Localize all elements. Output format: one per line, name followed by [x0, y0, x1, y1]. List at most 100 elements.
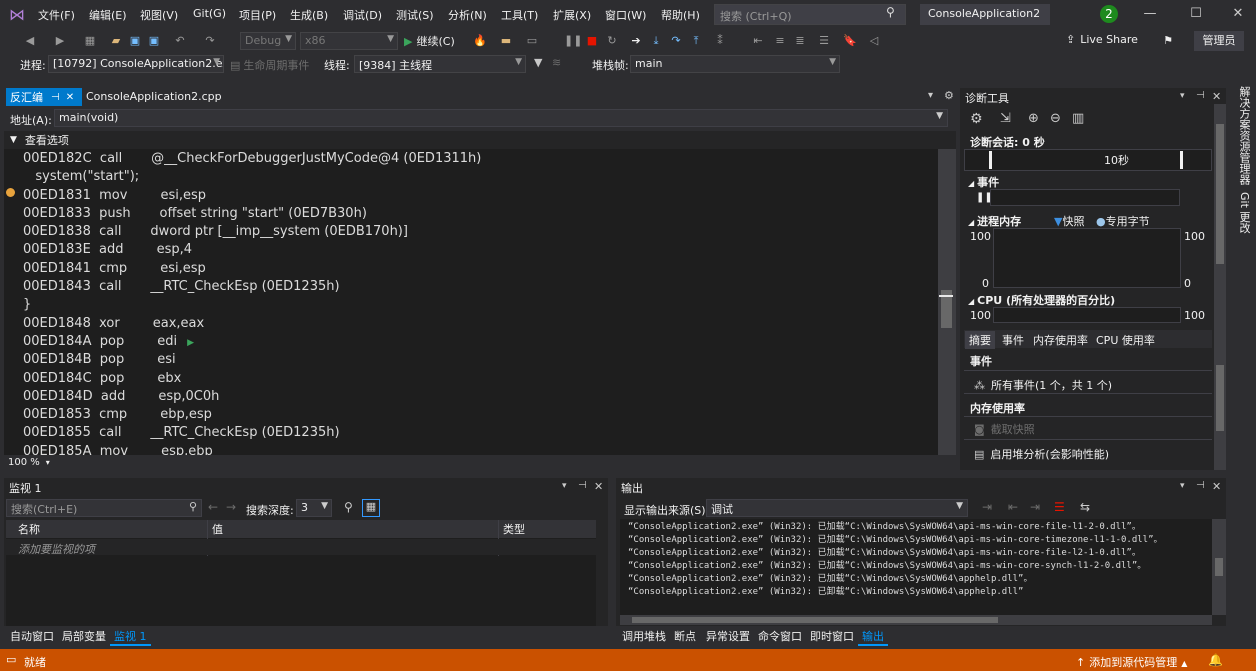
add-to-source-control[interactable]: ↑ 添加到源代码管理 ▲ [1076, 654, 1187, 670]
breakpoint-icon[interactable] [6, 188, 15, 197]
tab-events[interactable]: 事件 [998, 331, 1028, 349]
tab-locals[interactable]: 局部变量 [58, 628, 110, 644]
close-icon[interactable]: ✕ [594, 480, 603, 493]
scrollbar-thumb[interactable] [1216, 124, 1224, 264]
tab-call-stack[interactable]: 调用堆栈 [618, 628, 670, 644]
live-share-button[interactable]: ⇪ Live Share [1066, 33, 1138, 46]
hex-view-icon[interactable]: ▦ [362, 499, 380, 517]
close-icon[interactable]: ✕ [66, 92, 74, 103]
tab-summary[interactable]: 摘要 [965, 331, 995, 349]
menu-window[interactable]: 窗口(W) [605, 7, 646, 23]
panel-menu-icon[interactable]: ▾ [1180, 481, 1185, 491]
redo-icon[interactable]: ↷ [202, 33, 218, 49]
menu-tools[interactable]: 工具(T) [501, 7, 538, 23]
hex-display-icon[interactable]: ⁑ [712, 33, 728, 49]
clear-all-icon[interactable]: ☰ [1054, 500, 1065, 514]
pin-icon[interactable]: ⊣ [578, 480, 587, 491]
zoom-out-icon[interactable]: ⊖ [1050, 111, 1061, 126]
timeline-end-handle[interactable] [1180, 151, 1183, 169]
forward-navigate-icon[interactable]: ▶ [52, 33, 68, 49]
tab-immediate-window[interactable]: 即时窗口 [806, 628, 858, 644]
menu-edit[interactable]: 编辑(E) [89, 7, 127, 23]
show-next-statement-icon[interactable]: ➔ [628, 33, 644, 49]
events-section-header[interactable]: ◢ 事件 [968, 174, 999, 190]
platform-dropdown[interactable]: x86 ▼ [300, 32, 398, 50]
process-dropdown[interactable]: [10792] ConsoleApplication2.ex ▼ [48, 55, 224, 73]
filter-icon[interactable]: ▼ [534, 56, 542, 69]
menu-git[interactable]: Git(G) [193, 7, 226, 20]
zoom-in-icon[interactable]: ⊕ [1028, 111, 1039, 126]
view-options-toggle[interactable]: ▼ 查看选项 [4, 131, 956, 149]
scrollbar-thumb[interactable] [632, 617, 998, 623]
pin-icon[interactable]: ⊣ [1196, 480, 1205, 491]
close-icon[interactable]: ✕ [1212, 480, 1221, 493]
format-icon[interactable]: ☰ [816, 33, 832, 49]
tab-output[interactable]: 输出 [858, 628, 888, 646]
close-icon[interactable]: ✕ [1212, 90, 1221, 103]
open-folder-icon[interactable]: ▬ [498, 33, 514, 49]
disassembly-code-view[interactable]: 00ED182C call @__CheckForDebuggerJustMyC… [4, 149, 938, 455]
tab-overflow-icon[interactable]: ▾ [928, 90, 933, 101]
events-track[interactable] [990, 189, 1180, 206]
gear-icon[interactable]: ⚙ [944, 89, 954, 102]
tab-memory-usage[interactable]: 内存使用率 [1029, 331, 1092, 349]
column-name[interactable]: 名称 [18, 521, 40, 537]
reset-view-icon[interactable]: ▥ [1072, 111, 1084, 126]
tab-watch-1[interactable]: 监视 1 [110, 628, 151, 646]
menu-view[interactable]: 视图(V) [140, 7, 178, 23]
minimize-button[interactable]: — [1140, 6, 1160, 21]
stackframe-dropdown[interactable]: main ▼ [630, 55, 840, 73]
pin-icon[interactable]: ⊣ [51, 92, 60, 103]
menu-test[interactable]: 测试(S) [396, 7, 434, 23]
output-source-dropdown[interactable]: 调试 ▼ [706, 499, 968, 517]
tab-command-window[interactable]: 命令窗口 [754, 628, 806, 644]
settings-gear-icon[interactable]: ⚙ [970, 111, 983, 127]
search-back-icon[interactable]: ← [208, 500, 218, 514]
cpu-chart[interactable] [993, 307, 1181, 323]
pin-column-icon[interactable]: ⚲ [344, 500, 353, 514]
timeline-ruler[interactable] [964, 149, 1212, 171]
search-depth-dropdown[interactable]: 3 ▼ [296, 499, 332, 517]
open-file-icon[interactable]: ▰ [108, 33, 124, 49]
memory-chart[interactable] [993, 228, 1181, 288]
config-dropdown[interactable]: Debug ▼ [240, 32, 296, 50]
search-input[interactable]: 搜索 (Ctrl+Q) [714, 4, 906, 25]
output-text-area[interactable]: “ConsoleApplication2.exe” (Win32): 已加载“C… [620, 519, 1212, 615]
back-navigate-icon[interactable]: ◀ [22, 33, 38, 49]
indent-icon[interactable]: ⇤ [750, 33, 766, 49]
tab-exception-settings[interactable]: 异常设置 [702, 628, 754, 644]
notification-badge[interactable]: 2 [1100, 5, 1118, 23]
cpu-section-header[interactable]: ◢ CPU (所有处理器的百分比) [968, 292, 1115, 308]
continue-button[interactable]: ▶ 继续(C) [404, 33, 455, 49]
menu-debug[interactable]: 调试(D) [343, 7, 382, 23]
save-icon[interactable]: ▣ [127, 33, 143, 49]
prev-message-icon[interactable]: ⇤ [1008, 500, 1018, 514]
next-message-icon[interactable]: ⇥ [1030, 500, 1040, 514]
search-icon[interactable]: ⚲ [189, 500, 197, 513]
column-type[interactable]: 类型 [503, 521, 525, 537]
address-input[interactable]: main(void) ▼ [54, 109, 948, 127]
flag-threads-icon[interactable]: ≋ [552, 56, 561, 69]
tab-autos[interactable]: 自动窗口 [6, 628, 58, 644]
step-into-icon[interactable]: ⤓ [648, 33, 664, 49]
zoom-level[interactable]: 100 % [8, 457, 40, 468]
pin-icon[interactable]: ⊣ [1196, 90, 1205, 101]
search-icon[interactable]: ⚲ [886, 5, 902, 19]
lifecycle-events[interactable]: ▤ 生命周期事件 [230, 57, 309, 73]
pause-icon[interactable]: ❚❚ [564, 33, 582, 49]
new-project-icon[interactable]: ▦ [82, 33, 98, 49]
all-events-link[interactable]: ⁂ 所有事件(1 个，共 1 个) [974, 377, 1112, 393]
close-window-button[interactable]: ✕ [1228, 6, 1248, 21]
bookmark-icon[interactable]: 🔖 [842, 33, 858, 49]
undo-icon[interactable]: ↶ [172, 33, 188, 49]
stop-icon[interactable]: ■ [584, 33, 600, 49]
hot-reload-icon[interactable]: 🔥 [472, 33, 488, 49]
uncomment-icon[interactable]: ≣ [792, 33, 808, 49]
feedback-icon[interactable]: ⚑ [1160, 33, 1176, 49]
panel-menu-icon[interactable]: ▾ [562, 481, 567, 491]
tab-cpu-usage[interactable]: CPU 使用率 [1092, 331, 1159, 349]
word-wrap-icon[interactable]: ⇆ [1080, 500, 1090, 514]
menu-analyze[interactable]: 分析(N) [448, 7, 487, 23]
scrollbar-thumb[interactable] [1215, 558, 1223, 576]
menu-project[interactable]: 项目(P) [239, 7, 276, 23]
